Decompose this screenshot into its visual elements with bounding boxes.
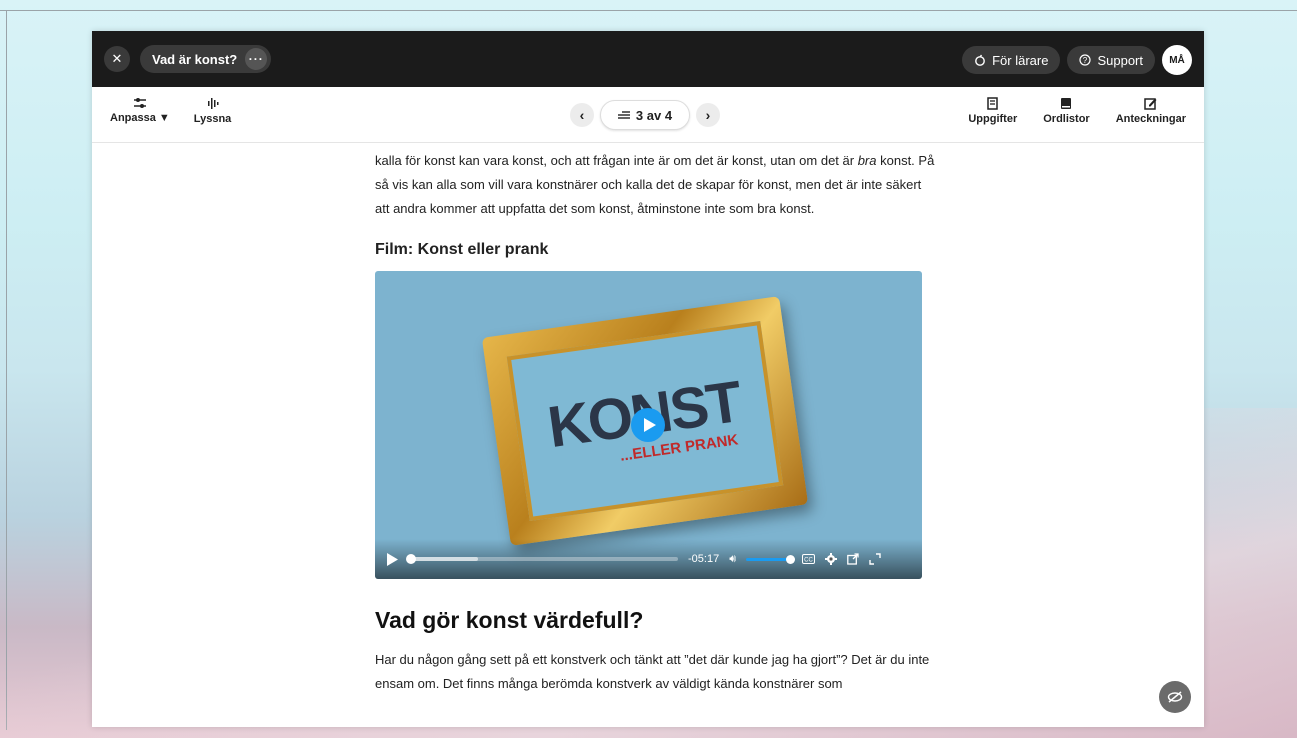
article-paragraph-2: Har du någon gång sett på ett konstverk … bbox=[375, 652, 930, 691]
fullscreen-icon[interactable] bbox=[869, 553, 881, 565]
volume-slider[interactable] bbox=[746, 554, 796, 564]
edit-note-icon bbox=[1144, 98, 1157, 110]
support-button[interactable]: ? Support bbox=[1067, 46, 1155, 74]
previous-page-button[interactable]: ‹ bbox=[570, 103, 594, 127]
notes-label: Anteckningar bbox=[1115, 113, 1186, 125]
article-content: kalla för konst kan vara konst, och att … bbox=[375, 149, 935, 696]
page-navigator: ‹ 3 av 4 › bbox=[570, 100, 720, 130]
tasks-icon bbox=[987, 97, 998, 110]
external-link-icon[interactable] bbox=[847, 553, 859, 565]
eye-off-icon bbox=[1167, 691, 1183, 703]
user-avatar[interactable]: MÅ bbox=[1162, 45, 1192, 75]
close-button[interactable]: ✕ bbox=[104, 46, 130, 72]
play-icon[interactable] bbox=[387, 552, 398, 566]
video-player[interactable]: KONST ...ELLER PRANK -05:17 🔊︎ CC bbox=[375, 271, 922, 579]
page-title: Vad är konst? bbox=[152, 51, 238, 67]
closed-captions-icon[interactable]: CC bbox=[802, 554, 816, 564]
listen-button[interactable]: Lyssna bbox=[193, 97, 232, 125]
article-paragraph: kalla för konst kan vara konst, och att … bbox=[375, 149, 935, 221]
sliders-icon bbox=[133, 98, 146, 108]
toc-icon bbox=[617, 111, 630, 119]
app-window: ✕ Vad är konst? ··· För lärare ? Support… bbox=[92, 31, 1204, 727]
tasks-button[interactable]: Uppgifter bbox=[968, 97, 1017, 125]
help-icon: ? bbox=[1079, 54, 1092, 66]
volume-knob[interactable] bbox=[786, 554, 796, 564]
top-right-actions: För lärare ? Support MÅ bbox=[962, 45, 1192, 75]
desktop-edge-line bbox=[0, 10, 1297, 11]
svg-text:?: ? bbox=[1083, 56, 1088, 65]
svg-text:CC: CC bbox=[804, 558, 813, 564]
wordlists-label: Ordlistor bbox=[1043, 113, 1090, 125]
play-overlay-button[interactable] bbox=[631, 408, 665, 442]
teacher-label: För lärare bbox=[992, 52, 1049, 68]
chevron-left-icon: ‹ bbox=[579, 107, 585, 123]
emphasis-text: bra bbox=[857, 153, 877, 168]
settings-gear-icon[interactable] bbox=[825, 553, 838, 565]
hide-toggle-button[interactable] bbox=[1159, 681, 1191, 713]
title-pill[interactable]: Vad är konst? ··· bbox=[140, 45, 272, 73]
progress-knob[interactable] bbox=[406, 554, 416, 564]
adjust-button[interactable]: Anpassa ▼ bbox=[110, 97, 170, 125]
buffered-bar bbox=[408, 557, 479, 561]
notes-button[interactable]: Anteckningar bbox=[1116, 97, 1186, 125]
more-options-button[interactable]: ··· bbox=[245, 48, 268, 70]
adjust-label: Anpassa ▼ bbox=[110, 112, 170, 124]
wordlists-button[interactable]: Ordlistor bbox=[1043, 97, 1090, 125]
right-tools: Uppgifter Ordlistor Anteckningar bbox=[968, 97, 1186, 125]
video-progress-bar[interactable] bbox=[406, 554, 678, 564]
more-icon: ··· bbox=[248, 52, 264, 66]
time-remaining: -05:17 bbox=[688, 553, 720, 565]
video-controls: -05:17 🔊︎ CC bbox=[375, 539, 922, 579]
next-page-button[interactable]: › bbox=[696, 103, 720, 127]
volume-icon[interactable]: 🔊︎ bbox=[729, 553, 736, 566]
left-tools: Anpassa ▼ Lyssna bbox=[110, 97, 231, 125]
apple-icon bbox=[975, 54, 985, 66]
listen-label: Lyssna bbox=[193, 113, 232, 125]
close-icon: ✕ bbox=[111, 51, 123, 66]
chevron-right-icon: › bbox=[705, 107, 711, 123]
tasks-label: Uppgifter bbox=[968, 113, 1018, 125]
page-indicator[interactable]: 3 av 4 bbox=[600, 100, 690, 130]
support-label: Support bbox=[1097, 52, 1143, 68]
para1-text: kalla för konst kan vara konst, och att … bbox=[375, 153, 858, 168]
top-bar: ✕ Vad är konst? ··· För lärare ? Support… bbox=[92, 31, 1204, 87]
play-icon bbox=[643, 418, 656, 432]
section-heading: Vad gör konst värdefull? bbox=[375, 607, 644, 633]
teacher-button[interactable]: För lärare bbox=[962, 46, 1061, 74]
toolbar: Anpassa ▼ Lyssna ‹ 3 av 4 › Uppgifter Or… bbox=[92, 87, 1204, 143]
page-count: 3 av 4 bbox=[635, 107, 673, 123]
book-icon bbox=[1061, 98, 1072, 109]
film-heading: Film: Konst eller prank bbox=[375, 241, 549, 258]
audio-wave-icon bbox=[207, 98, 219, 109]
